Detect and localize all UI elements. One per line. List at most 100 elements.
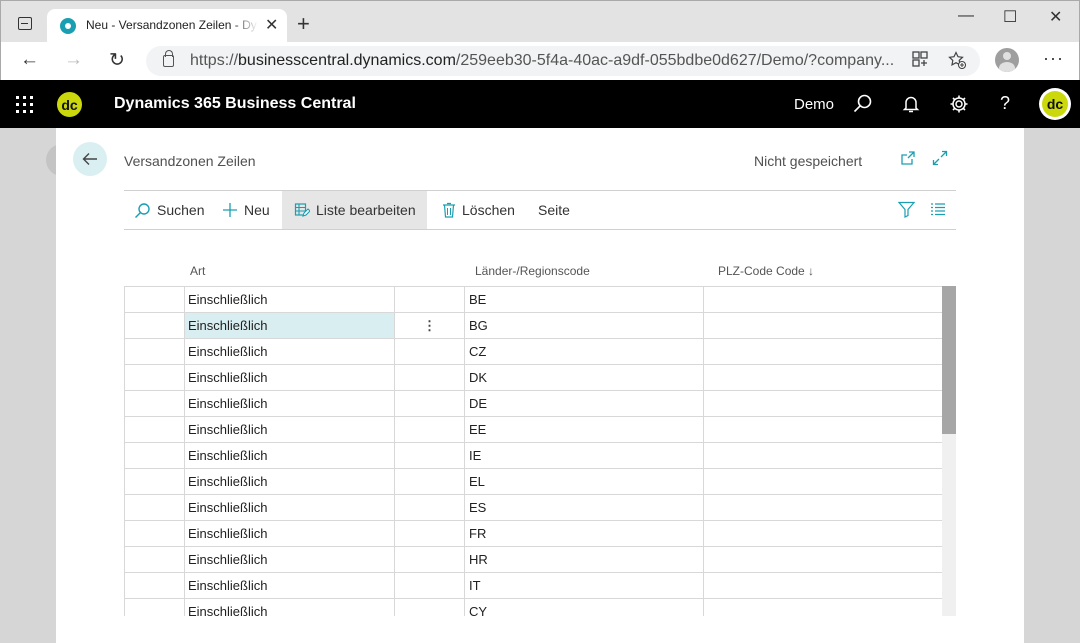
help-icon[interactable]: ? <box>1000 93 1022 115</box>
table-row[interactable]: Einschließlich CY <box>125 598 942 616</box>
cell-land[interactable]: BE <box>464 287 703 312</box>
row-actions-menu[interactable] <box>394 547 464 572</box>
profile-avatar-icon[interactable] <box>995 48 1019 72</box>
row-actions-menu[interactable] <box>394 443 464 468</box>
cell-land[interactable]: BG <box>464 313 703 338</box>
row-actions-menu[interactable] <box>394 495 464 520</box>
notification-bell-icon[interactable] <box>900 93 922 115</box>
reload-button[interactable]: ↻ <box>109 49 125 72</box>
row-actions-menu[interactable] <box>394 573 464 598</box>
table-row[interactable]: Einschließlich DK <box>125 364 942 390</box>
cell-land[interactable]: ES <box>464 495 703 520</box>
cell-land[interactable]: EL <box>464 469 703 494</box>
row-actions-menu[interactable] <box>394 521 464 546</box>
edit-list-button[interactable]: Liste bearbeiten <box>282 191 427 229</box>
search-button[interactable]: Suchen <box>134 191 204 229</box>
company-name[interactable]: Demo <box>794 96 834 113</box>
row-selector[interactable] <box>125 339 184 364</box>
table-row[interactable]: Einschließlich BE <box>125 286 942 312</box>
row-actions-menu[interactable] <box>394 391 464 416</box>
cell-plz[interactable] <box>703 443 942 468</box>
new-button[interactable]: Neu <box>222 191 270 229</box>
expand-icon[interactable] <box>932 150 948 169</box>
cell-art[interactable]: Einschließlich <box>184 599 394 616</box>
browser-tab[interactable]: Neu - Versandzonen Zeilen - Dynamics 365… <box>47 9 287 43</box>
table-row[interactable]: Einschließlich HR <box>125 546 942 572</box>
row-selector[interactable] <box>125 495 184 520</box>
cell-plz[interactable] <box>703 417 942 442</box>
row-selector[interactable] <box>125 365 184 390</box>
cell-art[interactable]: Einschließlich <box>184 469 394 494</box>
table-row[interactable]: Einschließlich CZ <box>125 338 942 364</box>
cell-art[interactable]: Einschließlich <box>184 313 394 338</box>
minimize-button[interactable]: — <box>958 7 974 25</box>
row-selector[interactable] <box>125 547 184 572</box>
cell-plz[interactable] <box>703 573 942 598</box>
cell-land[interactable]: FR <box>464 521 703 546</box>
column-header-art[interactable]: Art <box>190 264 205 278</box>
column-header-land[interactable]: Länder-/Regionscode <box>475 264 590 278</box>
open-new-window-icon[interactable] <box>900 150 916 169</box>
cell-plz[interactable] <box>703 365 942 390</box>
table-row[interactable]: Einschließlich DE <box>125 390 942 416</box>
cell-plz[interactable] <box>703 469 942 494</box>
cell-art[interactable]: Einschließlich <box>184 365 394 390</box>
row-actions-menu[interactable] <box>394 599 464 616</box>
row-selector[interactable] <box>125 443 184 468</box>
table-row[interactable]: Einschließlich IE <box>125 442 942 468</box>
cell-plz[interactable] <box>703 313 942 338</box>
row-selector[interactable] <box>125 391 184 416</box>
cell-art[interactable]: Einschließlich <box>184 339 394 364</box>
cell-plz[interactable] <box>703 521 942 546</box>
row-selector[interactable] <box>125 417 184 442</box>
row-actions-menu[interactable] <box>394 339 464 364</box>
window-menu-icon[interactable] <box>18 17 32 30</box>
cell-plz[interactable] <box>703 495 942 520</box>
table-row[interactable]: Einschließlich FR <box>125 520 942 546</box>
tab-close-icon[interactable]: ✕ <box>265 15 278 35</box>
close-window-button[interactable]: ✕ <box>1049 7 1062 27</box>
table-row[interactable]: Einschließlich EE <box>125 416 942 442</box>
row-selector[interactable] <box>125 573 184 598</box>
row-actions-menu[interactable] <box>394 287 464 312</box>
cell-art[interactable]: Einschließlich <box>184 417 394 442</box>
cell-plz[interactable] <box>703 287 942 312</box>
new-tab-button[interactable]: + <box>297 11 310 37</box>
cell-land[interactable]: DK <box>464 365 703 390</box>
grid-scrollbar[interactable] <box>942 286 956 616</box>
table-row[interactable]: Einschließlich ⋮ BG <box>125 312 942 338</box>
cell-plz[interactable] <box>703 547 942 572</box>
cell-art[interactable]: Einschließlich <box>184 443 394 468</box>
settings-gear-icon[interactable] <box>948 93 970 115</box>
url-input[interactable]: https://businesscentral.dynamics.com/259… <box>146 46 980 76</box>
maximize-button[interactable]: ☐ <box>1003 7 1017 27</box>
cell-art[interactable]: Einschließlich <box>184 287 394 312</box>
forward-nav-button[interactable]: → <box>64 49 83 71</box>
app-launcher-icon[interactable] <box>16 96 33 113</box>
row-actions-menu[interactable] <box>394 417 464 442</box>
cell-art[interactable]: Einschließlich <box>184 547 394 572</box>
row-actions-menu[interactable] <box>394 365 464 390</box>
row-actions-menu[interactable]: ⋮ <box>394 313 464 338</box>
delete-button[interactable]: Löschen <box>442 191 515 229</box>
lock-icon[interactable] <box>163 50 174 67</box>
row-selector[interactable] <box>125 287 184 312</box>
column-header-plz[interactable]: PLZ-Code Code ↓ <box>718 264 814 278</box>
cell-plz[interactable] <box>703 599 942 616</box>
grid-scrollbar-thumb[interactable] <box>942 286 956 434</box>
row-actions-menu[interactable] <box>394 469 464 494</box>
cell-art[interactable]: Einschließlich <box>184 573 394 598</box>
cell-plz[interactable] <box>703 391 942 416</box>
back-nav-button[interactable]: ← <box>20 49 39 71</box>
cell-plz[interactable] <box>703 339 942 364</box>
row-selector[interactable] <box>125 313 184 338</box>
cell-land[interactable]: IT <box>464 573 703 598</box>
row-selector[interactable] <box>125 521 184 546</box>
search-icon[interactable] <box>852 93 874 115</box>
table-row[interactable]: Einschließlich ES <box>125 494 942 520</box>
table-row[interactable]: Einschließlich IT <box>125 572 942 598</box>
browser-more-button[interactable]: ··· <box>1043 48 1064 69</box>
back-button[interactable] <box>73 142 107 176</box>
list-view-icon[interactable] <box>930 201 946 220</box>
cell-land[interactable]: CZ <box>464 339 703 364</box>
